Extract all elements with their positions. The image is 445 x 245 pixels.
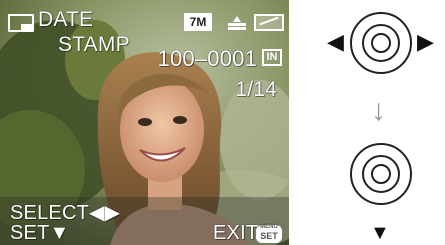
internal-memory-icon: IN: [262, 49, 282, 66]
menu-title-line1: DATE: [38, 8, 94, 31]
image-counter: 1/14: [235, 78, 277, 101]
menu-title-line2: STAMP: [58, 33, 130, 56]
file-number: 100–0001: [157, 46, 257, 71]
cursor-pad-center: [371, 164, 391, 184]
cursor-pad-center: [371, 33, 391, 53]
left-arrow-icon: ◀: [327, 29, 344, 54]
set-label: SET: [260, 231, 278, 241]
exit-guide: EXIT: [213, 222, 259, 244]
right-arrow-icon: ▶: [417, 29, 434, 54]
set-guide: SET▼: [10, 222, 70, 244]
menu-label: MENU: [260, 224, 278, 230]
battery-icon: [254, 14, 284, 31]
cursor-pad-bottom[interactable]: [350, 143, 412, 205]
cursor-pad-top[interactable]: [350, 12, 412, 74]
date-stamp-icon: [8, 14, 34, 32]
picture-size-badge: 7M: [184, 13, 212, 31]
lcd-screen: DATE STAMP 7M 100–0001 IN 1/14 SELECT◀▶ …: [0, 0, 289, 245]
quality-icon: [228, 16, 246, 30]
menu-set-button-icon: MENU SET: [256, 224, 282, 243]
down-arrow-icon: ▼: [370, 222, 390, 244]
step-arrow-icon: ↓: [371, 94, 386, 127]
